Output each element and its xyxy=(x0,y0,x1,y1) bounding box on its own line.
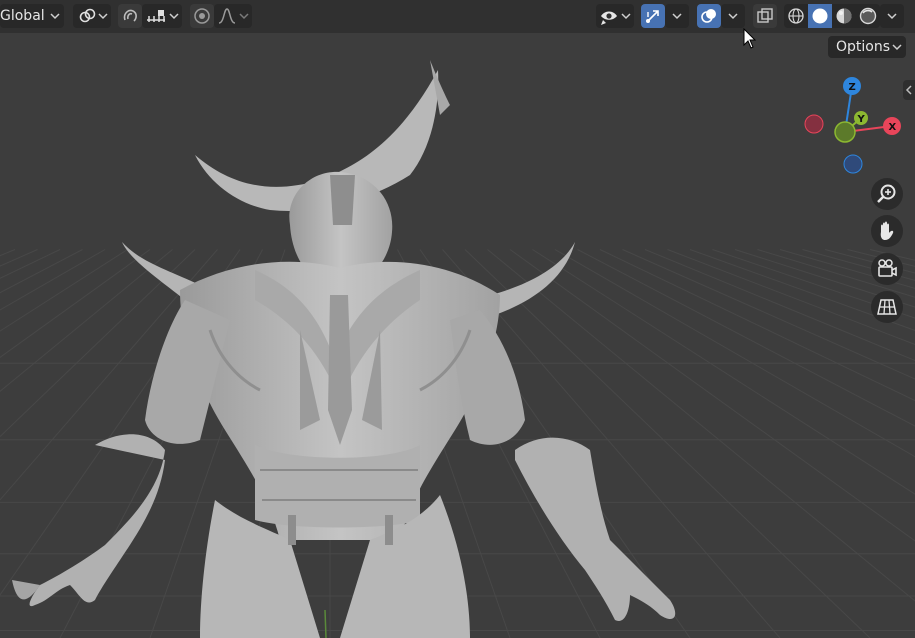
falloff-dropdown[interactable] xyxy=(214,4,252,28)
snap-target-dropdown[interactable] xyxy=(142,4,182,28)
gizmo-toggle[interactable] xyxy=(641,4,665,28)
wireframe-shading-button[interactable] xyxy=(784,4,808,28)
chevron-down-icon xyxy=(50,13,60,20)
overlays-icon xyxy=(701,9,716,23)
chevron-down-icon xyxy=(887,13,897,20)
chevron-down-icon xyxy=(672,13,682,20)
sculpt-model[interactable] xyxy=(0,0,915,638)
pivot-point-dropdown[interactable] xyxy=(73,4,111,28)
gizmo-x-label: X xyxy=(889,122,897,133)
options-dropdown[interactable]: Options xyxy=(828,36,906,58)
chevron-down-icon xyxy=(98,13,108,20)
snap-increment-icon xyxy=(147,10,165,22)
chevron-down-icon xyxy=(169,13,179,20)
proportional-editing-toggle[interactable] xyxy=(190,4,214,28)
perspective-toggle-button[interactable] xyxy=(871,291,903,323)
options-label: Options xyxy=(836,39,891,55)
mouse-cursor-icon xyxy=(743,28,757,49)
viewport-header: Global xyxy=(0,0,915,33)
gizmo-neg-x[interactable] xyxy=(804,114,824,134)
camera-view-button[interactable] xyxy=(871,253,903,285)
rendered-sphere-icon xyxy=(859,7,877,25)
gizmo-dropdown[interactable] xyxy=(665,4,689,28)
overlays-dropdown[interactable] xyxy=(721,4,745,28)
overlays-toggle[interactable] xyxy=(697,4,721,28)
visibility-dropdown[interactable] xyxy=(596,4,634,28)
grid-perspective-icon xyxy=(877,299,897,315)
gizmo-y-label: Y xyxy=(857,114,866,125)
3d-viewport[interactable] xyxy=(0,0,915,638)
chevron-down-icon xyxy=(728,13,738,20)
magnet-icon xyxy=(123,9,137,22)
solid-shading-button[interactable] xyxy=(808,4,832,28)
falloff-curve-icon xyxy=(218,8,236,24)
eye-icon xyxy=(601,11,617,25)
navigation-gizmo[interactable]: Y Z X xyxy=(800,72,910,182)
chevron-down-icon xyxy=(239,13,249,20)
gizmo-neg-z[interactable] xyxy=(843,154,863,174)
xray-toggle[interactable] xyxy=(753,4,777,28)
transform-orientation-label: Global xyxy=(0,8,45,24)
transform-orientation-dropdown[interactable]: Global xyxy=(0,4,64,28)
proportional-edit-icon xyxy=(194,8,210,24)
gizmo-icon xyxy=(646,10,659,23)
pan-button[interactable] xyxy=(871,215,903,247)
material-shading-button[interactable] xyxy=(832,4,856,28)
material-sphere-icon xyxy=(836,8,852,24)
chevron-down-icon xyxy=(892,44,902,51)
zoom-button[interactable] xyxy=(871,178,903,210)
xray-icon xyxy=(757,8,773,23)
gizmo-neg-y[interactable] xyxy=(834,121,856,143)
hand-pan-icon xyxy=(880,221,894,240)
zoom-icon xyxy=(877,184,896,203)
shading-dropdown[interactable] xyxy=(880,4,904,28)
gizmo-z-label: Z xyxy=(849,82,856,93)
snap-toggle[interactable] xyxy=(118,4,142,28)
camera-icon xyxy=(878,259,897,277)
shading-mode-group xyxy=(784,4,880,28)
wireframe-sphere-icon xyxy=(788,8,804,24)
link-icon xyxy=(79,8,96,23)
solid-sphere-icon xyxy=(812,8,828,24)
rendered-shading-button[interactable] xyxy=(856,4,880,28)
chevron-down-icon xyxy=(621,13,631,20)
